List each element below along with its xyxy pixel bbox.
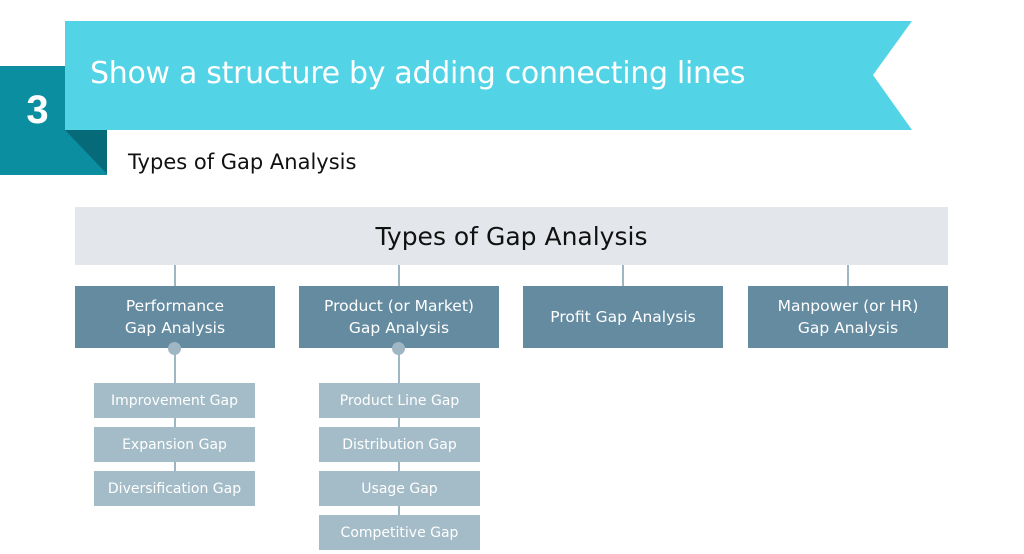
sub-item: Diversification Gap	[94, 471, 255, 506]
connector-line	[398, 265, 400, 286]
root-node: Types of Gap Analysis	[75, 207, 948, 265]
sub-item: Expansion Gap	[94, 427, 255, 462]
sub-item: Usage Gap	[319, 471, 480, 506]
sub-item: Distribution Gap	[319, 427, 480, 462]
connector-dot	[168, 342, 181, 355]
category-profit-gap: Profit Gap Analysis	[523, 286, 723, 348]
sub-item: Improvement Gap	[94, 383, 255, 418]
connector-line	[622, 265, 624, 286]
sub-item: Competitive Gap	[319, 515, 480, 550]
sub-item: Product Line Gap	[319, 383, 480, 418]
category-product-gap: Product (or Market) Gap Analysis	[299, 286, 499, 348]
category-manpower-gap: Manpower (or HR) Gap Analysis	[748, 286, 948, 348]
connector-dot	[392, 342, 405, 355]
slide-subtitle: Types of Gap Analysis	[128, 150, 357, 174]
category-performance-gap: Performance Gap Analysis	[75, 286, 275, 348]
connector-line	[847, 265, 849, 286]
connector-line	[174, 265, 176, 286]
connector-line	[174, 348, 176, 488]
badge-fold-shape	[65, 130, 107, 174]
step-number: 3	[26, 88, 49, 132]
slide-title: Show a structure by adding connecting li…	[90, 56, 746, 91]
